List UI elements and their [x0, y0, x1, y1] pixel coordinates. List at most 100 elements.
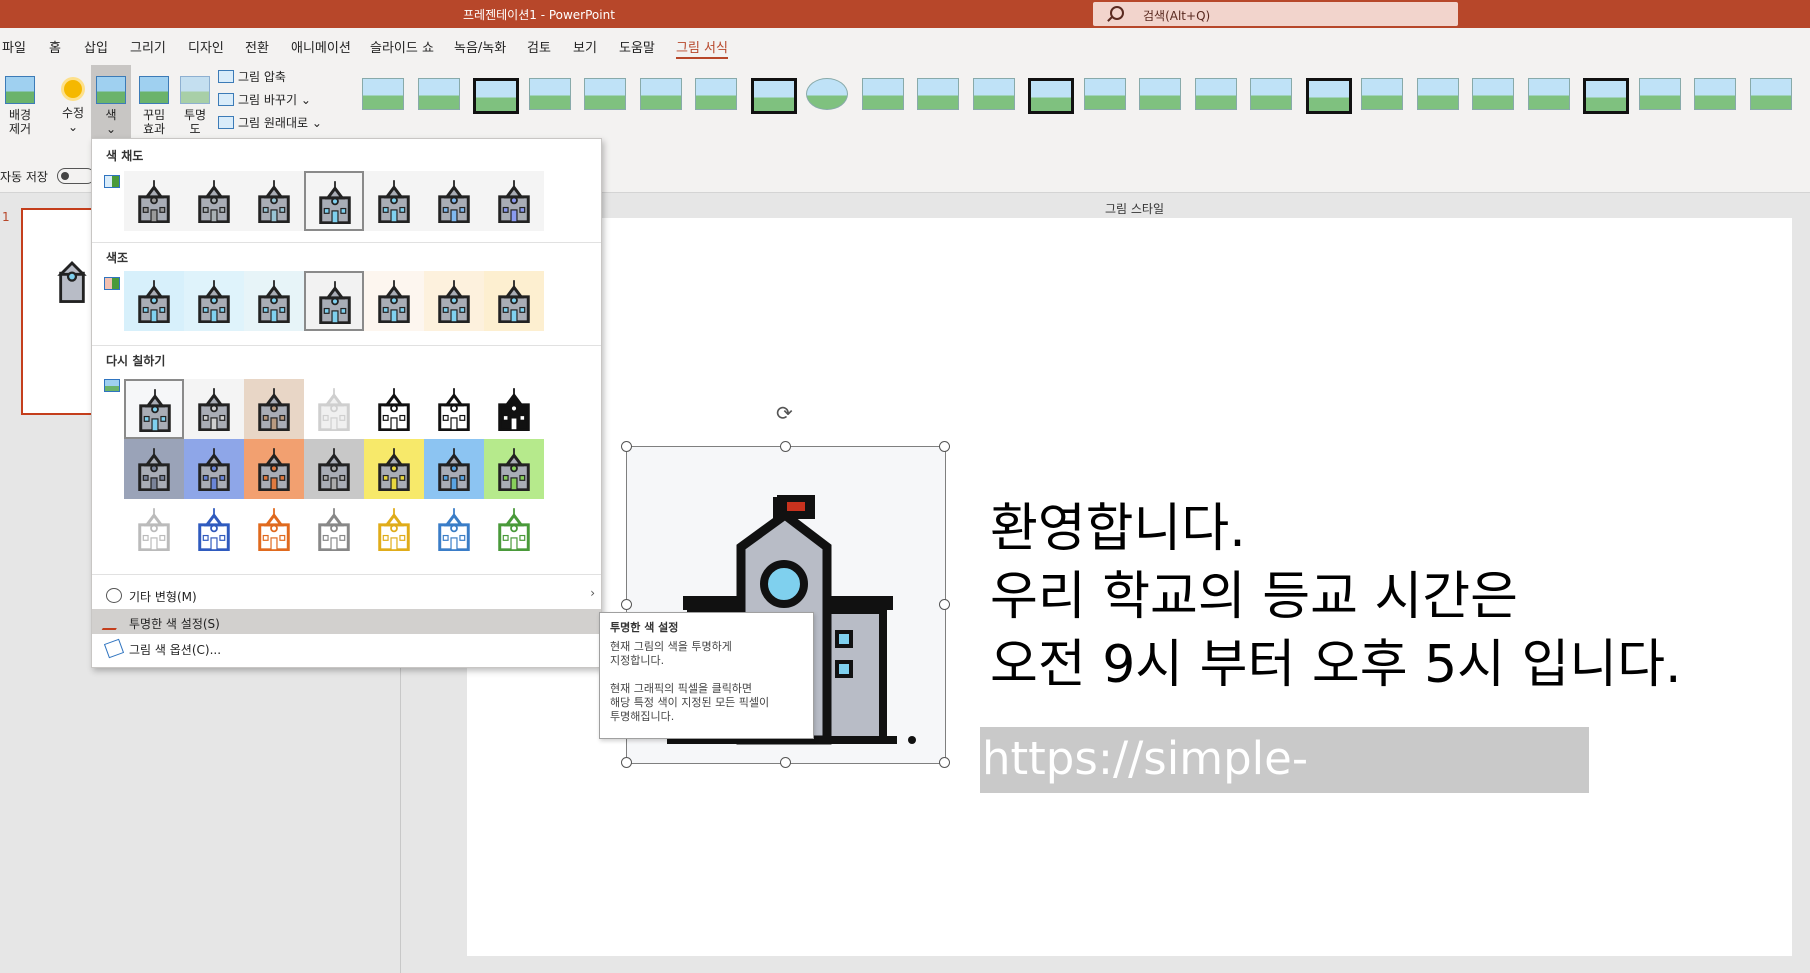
menu-tab[interactable]: 애니메이션	[291, 37, 351, 56]
picture-style-thumbnail[interactable]	[1305, 78, 1352, 114]
resize-handle-n[interactable]	[780, 441, 791, 452]
color-swatch[interactable]	[124, 271, 184, 331]
picture-style-thumbnail[interactable]	[417, 78, 460, 110]
reset-picture-button[interactable]: 그림 원래대로 ⌄	[218, 114, 322, 131]
picture-style-thumbnail[interactable]	[861, 78, 904, 110]
color-swatch[interactable]	[364, 379, 424, 439]
color-swatch[interactable]	[124, 379, 184, 439]
picture-style-thumbnail[interactable]	[750, 78, 797, 114]
transparency-button[interactable]: 투명 도	[178, 76, 212, 136]
corrections-button[interactable]: 수정 ⌄	[56, 76, 90, 134]
color-swatch[interactable]	[304, 171, 364, 231]
color-swatch[interactable]	[244, 379, 304, 439]
resize-handle-ne[interactable]	[939, 441, 950, 452]
color-swatch[interactable]	[184, 271, 244, 331]
menu-tab[interactable]: 전환	[245, 37, 269, 56]
menu-tab[interactable]: 녹음/녹화	[454, 37, 506, 56]
color-swatch[interactable]	[184, 379, 244, 439]
picture-style-thumbnail[interactable]	[917, 78, 959, 110]
rotate-handle-icon[interactable]: ⟳	[776, 401, 793, 425]
picture-style-thumbnail[interactable]	[806, 78, 848, 110]
menu-tab[interactable]: 파일	[2, 37, 26, 56]
picture-style-thumbnail[interactable]	[1083, 78, 1126, 110]
picture-style-thumbnail[interactable]	[1194, 78, 1237, 110]
resize-handle-s[interactable]	[780, 757, 791, 768]
color-swatch[interactable]	[124, 499, 184, 559]
menu-tab[interactable]: 검토	[527, 37, 551, 56]
color-swatch[interactable]	[124, 171, 184, 231]
picture-style-thumbnail[interactable]	[1527, 78, 1570, 110]
color-swatch[interactable]	[184, 499, 244, 559]
color-swatch[interactable]	[364, 439, 424, 499]
menu-tab[interactable]: 디자인	[188, 37, 224, 56]
picture-style-thumbnail[interactable]	[1472, 78, 1514, 110]
picture-style-thumbnail[interactable]	[1583, 78, 1629, 114]
color-swatch[interactable]	[304, 439, 364, 499]
autosave-toggle[interactable]	[57, 168, 95, 184]
color-swatch[interactable]	[484, 439, 544, 499]
color-swatch[interactable]	[484, 171, 544, 231]
color-swatch[interactable]	[424, 171, 484, 231]
picture-style-thumbnail[interactable]	[1638, 78, 1681, 110]
color-swatch[interactable]	[184, 171, 244, 231]
color-swatch[interactable]	[244, 439, 304, 499]
compress-pictures-button[interactable]: 그림 압축	[218, 68, 286, 85]
menu-tab[interactable]: 홈	[49, 37, 61, 56]
picture-style-thumbnail[interactable]	[362, 78, 404, 110]
picture-color-options-item[interactable]: 그림 색 옵션(C)...	[92, 635, 601, 660]
remove-background-button[interactable]: 배경 제거	[4, 76, 36, 136]
picture-style-thumbnail[interactable]	[528, 78, 571, 110]
color-swatch[interactable]	[484, 499, 544, 559]
picture-style-thumbnail[interactable]	[1250, 78, 1292, 110]
menu-tab[interactable]: 도움말	[619, 37, 655, 56]
color-swatch[interactable]	[244, 171, 304, 231]
resize-handle-w[interactable]	[621, 599, 632, 610]
color-swatch[interactable]	[364, 171, 424, 231]
menu-tab[interactable]: 삽입	[84, 37, 108, 56]
picture-style-thumbnail[interactable]	[972, 78, 1015, 110]
picture-style-thumbnail[interactable]	[1416, 78, 1459, 110]
color-button[interactable]: 색 ⌄	[91, 65, 131, 149]
color-swatch[interactable]	[304, 271, 364, 331]
resize-handle-se[interactable]	[939, 757, 950, 768]
tone-icon	[104, 277, 120, 290]
change-picture-button[interactable]: 그림 바꾸기 ⌄	[218, 91, 311, 108]
color-swatch[interactable]	[424, 271, 484, 331]
picture-styles-gallery[interactable]	[352, 72, 1810, 122]
picture-style-thumbnail[interactable]	[1028, 78, 1074, 114]
menu-tab[interactable]: 그림 서식	[676, 37, 728, 59]
color-swatch[interactable]	[424, 499, 484, 559]
artistic-effects-button[interactable]: 꾸밈 효과	[136, 76, 172, 136]
picture-style-thumbnail[interactable]	[584, 78, 626, 110]
color-swatch[interactable]	[304, 499, 364, 559]
slide-url-text[interactable]: https://simple-phil.tistory.com	[980, 727, 1589, 849]
menu-tab[interactable]: 보기	[573, 37, 597, 56]
color-swatch[interactable]	[124, 439, 184, 499]
picture-style-thumbnail[interactable]	[1749, 78, 1792, 110]
picture-style-thumbnail[interactable]	[1139, 78, 1181, 110]
search-box[interactable]: 검색(Alt+Q)	[1093, 2, 1458, 26]
resize-handle-nw[interactable]	[621, 441, 632, 452]
menu-tab[interactable]: 그리기	[130, 37, 166, 56]
color-swatch[interactable]	[484, 379, 544, 439]
slide-text-box[interactable]: 환영합니다. 우리 학교의 등교 시간은 오전 9시 부터 오후 5시 입니다.	[990, 495, 1682, 699]
color-swatch[interactable]	[244, 271, 304, 331]
picture-style-thumbnail[interactable]	[1361, 78, 1403, 110]
more-variations-item[interactable]: 기타 변형(M) ›	[92, 582, 601, 607]
resize-handle-e[interactable]	[939, 599, 950, 610]
set-transparent-color-item[interactable]: 투명한 색 설정(S)	[92, 609, 601, 634]
color-swatch[interactable]	[364, 271, 424, 331]
picture-style-thumbnail[interactable]	[695, 78, 737, 110]
color-swatch[interactable]	[304, 379, 364, 439]
color-swatch[interactable]	[424, 439, 484, 499]
color-swatch[interactable]	[244, 499, 304, 559]
color-swatch[interactable]	[364, 499, 424, 559]
menu-tab[interactable]: 슬라이드 쇼	[370, 37, 434, 56]
picture-style-thumbnail[interactable]	[473, 78, 519, 114]
color-swatch[interactable]	[184, 439, 244, 499]
color-swatch[interactable]	[424, 379, 484, 439]
picture-style-thumbnail[interactable]	[1694, 78, 1736, 110]
color-swatch[interactable]	[484, 271, 544, 331]
picture-style-thumbnail[interactable]	[639, 78, 682, 110]
resize-handle-sw[interactable]	[621, 757, 632, 768]
